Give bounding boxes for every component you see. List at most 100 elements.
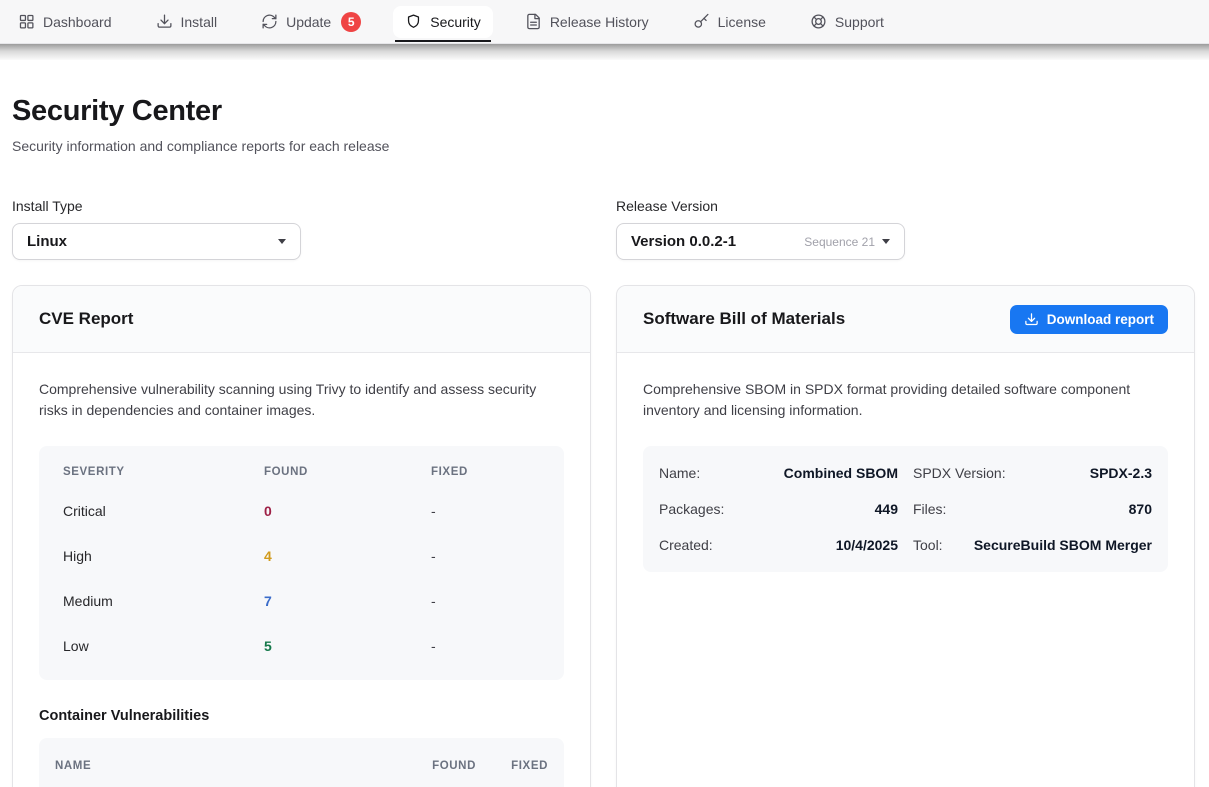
field-label: Tool: — [913, 537, 943, 553]
container-vulnerabilities-title: Container Vulnerabilities — [39, 708, 564, 724]
field-label: SPDX Version: — [913, 465, 1006, 481]
install-type-select[interactable]: Linux — [12, 223, 301, 260]
found-value: 0 — [264, 503, 431, 519]
severity-table-header: SEVERITY FOUND FIXED — [39, 446, 564, 488]
found-value: 7 — [264, 593, 431, 609]
lifebuoy-icon — [810, 13, 827, 30]
nav-item-dashboard[interactable]: Dashboard — [6, 6, 124, 38]
sbom-files-field: Files: 870 — [913, 501, 1152, 517]
nav-item-update[interactable]: Update 5 — [249, 6, 373, 38]
nav-item-install[interactable]: Install — [144, 6, 230, 38]
chevron-down-icon — [882, 239, 890, 244]
download-icon — [156, 13, 173, 30]
nav-item-security[interactable]: Security — [393, 6, 493, 38]
found-column-header: FOUND — [414, 760, 476, 772]
table-row: High 4 - — [39, 533, 564, 578]
page-title: Security Center — [12, 95, 1195, 128]
found-value: 5 — [264, 638, 431, 654]
nav-label: Security — [430, 14, 481, 30]
found-column-header: FOUND — [264, 466, 431, 478]
field-label: Name: — [659, 465, 700, 481]
field-value: SecureBuild SBOM Merger — [974, 537, 1152, 553]
severity-table: SEVERITY FOUND FIXED Critical 0 - High 4… — [39, 446, 564, 680]
table-row: Medium 7 - — [39, 578, 564, 623]
found-value: 4 — [264, 548, 431, 564]
update-count-badge: 5 — [341, 12, 361, 32]
nav-label: Support — [835, 14, 884, 30]
fixed-value: - — [431, 638, 540, 654]
install-type-label: Install Type — [12, 198, 591, 214]
fixed-column-header: FIXED — [496, 760, 548, 772]
document-icon — [525, 13, 542, 30]
fixed-value: - — [431, 503, 540, 519]
release-version-filter: Release Version Version 0.0.2-1 Sequence… — [616, 198, 1195, 260]
severity-column-header: SEVERITY — [63, 466, 264, 478]
container-vulnerabilities-table-header: NAME FOUND FIXED — [39, 738, 564, 787]
cve-card-header: CVE Report — [13, 286, 590, 353]
shield-icon — [405, 13, 422, 30]
chevron-down-icon — [278, 239, 286, 244]
fixed-value: - — [431, 548, 540, 564]
report-cards: CVE Report Comprehensive vulnerability s… — [12, 285, 1195, 787]
fixed-value: - — [431, 593, 540, 609]
nav-label: Update — [286, 14, 331, 30]
nav-label: Install — [181, 14, 218, 30]
sbom-packages-field: Packages: 449 — [659, 501, 898, 517]
sequence-label: Sequence 21 — [804, 235, 875, 249]
sbom-details: Name: Combined SBOM SPDX Version: SPDX-2… — [643, 446, 1168, 572]
nav-label: Release History — [550, 14, 649, 30]
filters-row: Install Type Linux Release Version Versi… — [12, 198, 1195, 260]
name-column-header: NAME — [55, 760, 414, 772]
sbom-card-body: Comprehensive SBOM in SPDX format provid… — [617, 353, 1194, 598]
sbom-tool-field: Tool: SecureBuild SBOM Merger — [913, 537, 1152, 553]
cve-card-title: CVE Report — [39, 309, 133, 329]
nav-label: Dashboard — [43, 14, 112, 30]
cve-card-body: Comprehensive vulnerability scanning usi… — [13, 353, 590, 787]
field-value: Combined SBOM — [784, 465, 898, 481]
table-row: Critical 0 - — [39, 488, 564, 533]
field-value: 10/4/2025 — [836, 537, 898, 553]
sbom-details-row: Created: 10/4/2025 Tool: SecureBuild SBO… — [643, 527, 1168, 563]
sbom-created-field: Created: 10/4/2025 — [659, 537, 898, 553]
nav-item-license[interactable]: License — [681, 6, 778, 38]
key-icon — [693, 13, 710, 30]
cve-report-card: CVE Report Comprehensive vulnerability s… — [12, 285, 591, 787]
severity-label: High — [63, 548, 264, 564]
table-row: Low 5 - — [39, 623, 564, 668]
severity-label: Critical — [63, 503, 264, 519]
nav-item-release-history[interactable]: Release History — [513, 6, 661, 38]
sbom-name-field: Name: Combined SBOM — [659, 465, 898, 481]
field-label: Files: — [913, 501, 946, 517]
refresh-icon — [261, 13, 278, 30]
release-version-value: Version 0.0.2-1 — [631, 233, 736, 250]
nav-label: License — [718, 14, 766, 30]
page-subtitle: Security information and compliance repo… — [12, 138, 1195, 154]
download-icon — [1024, 312, 1039, 327]
download-report-label: Download report — [1047, 312, 1154, 327]
release-version-select[interactable]: Version 0.0.2-1 Sequence 21 — [616, 223, 905, 260]
fixed-column-header: FIXED — [431, 466, 540, 478]
sbom-card: Software Bill of Materials Download repo… — [616, 285, 1195, 787]
dashboard-grid-icon — [18, 13, 35, 30]
field-value: SPDX-2.3 — [1090, 465, 1152, 481]
sbom-card-title: Software Bill of Materials — [643, 309, 845, 329]
nav-item-support[interactable]: Support — [798, 6, 896, 38]
field-value: 870 — [1129, 501, 1152, 517]
release-version-label: Release Version — [616, 198, 1195, 214]
sbom-details-row: Packages: 449 Files: 870 — [643, 491, 1168, 527]
sbom-details-row: Name: Combined SBOM SPDX Version: SPDX-2… — [643, 455, 1168, 491]
top-navigation: Dashboard Install Update 5 Security Rele… — [0, 0, 1209, 44]
cve-description: Comprehensive vulnerability scanning usi… — [39, 379, 564, 421]
sbom-spdx-version-field: SPDX Version: SPDX-2.3 — [913, 465, 1152, 481]
sbom-card-header: Software Bill of Materials Download repo… — [617, 286, 1194, 353]
severity-label: Low — [63, 638, 264, 654]
security-center-page: Security Center Security information and… — [0, 95, 1209, 787]
sbom-description: Comprehensive SBOM in SPDX format provid… — [643, 379, 1168, 421]
install-type-value: Linux — [27, 233, 67, 250]
field-label: Created: — [659, 537, 713, 553]
download-report-button[interactable]: Download report — [1010, 305, 1168, 334]
field-label: Packages: — [659, 501, 724, 517]
scroll-shadow — [0, 44, 1209, 60]
install-type-filter: Install Type Linux — [12, 198, 591, 260]
severity-label: Medium — [63, 593, 264, 609]
